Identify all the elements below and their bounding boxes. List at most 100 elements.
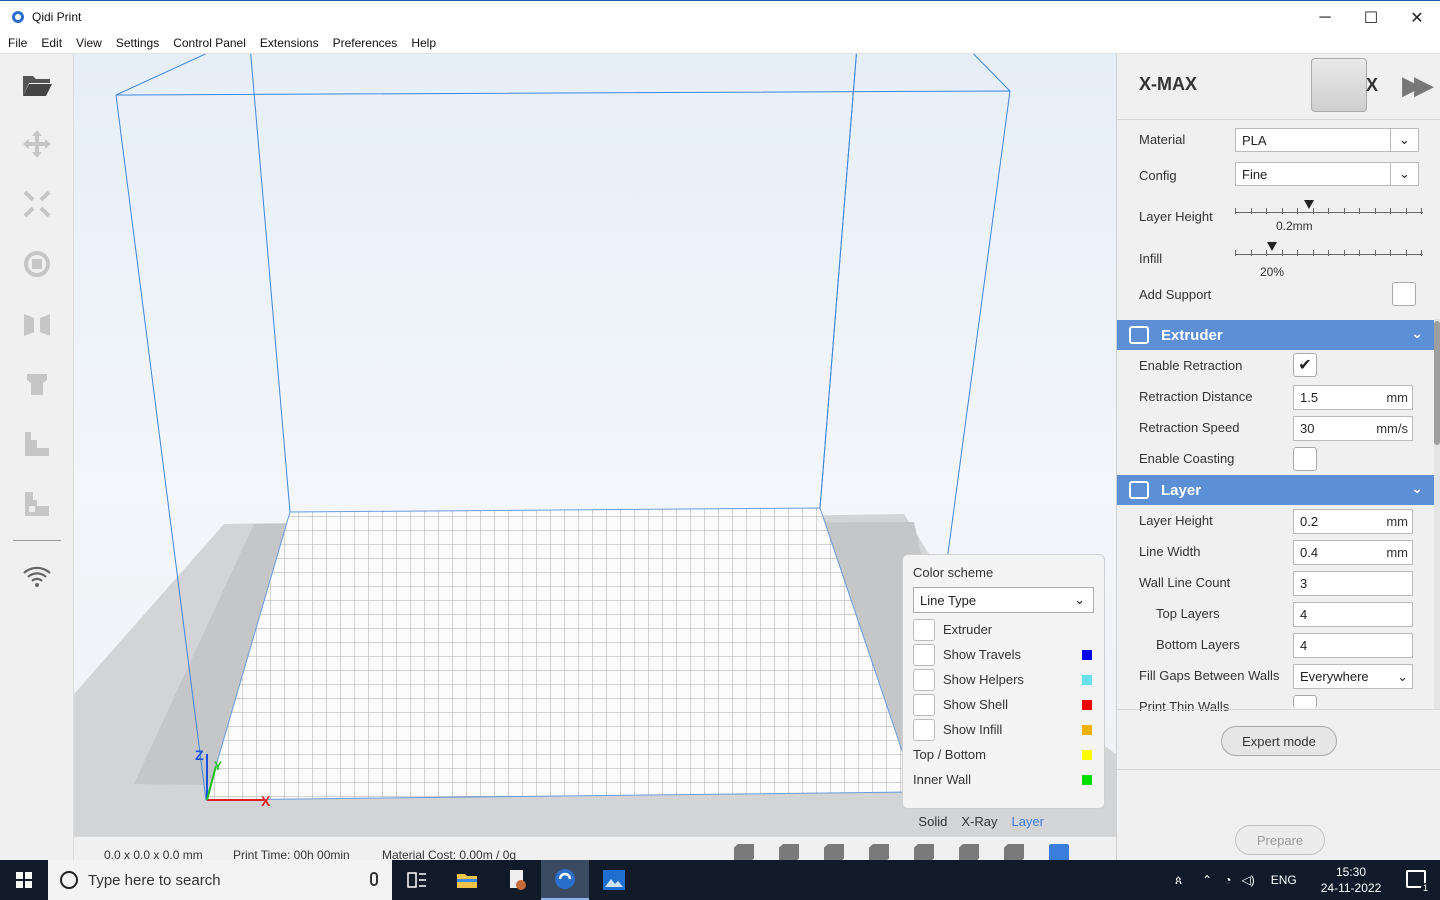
input-language[interactable]: ENG [1271, 873, 1297, 887]
retraction-distance-input[interactable]: 1.5 mm [1293, 385, 1413, 410]
material-label: Material [1139, 132, 1186, 147]
print-thin-walls-checkbox[interactable] [1293, 695, 1317, 708]
taskbar-clock[interactable]: 15:30 24-11-2022 [1318, 864, 1384, 896]
menu-edit[interactable]: Edit [34, 36, 69, 50]
system-tray: ጰ ⌃ ◔ ◁) ENG [1175, 860, 1297, 900]
add-support-label: Add Support [1139, 287, 1212, 302]
notifications-icon[interactable]: 1 [1406, 870, 1430, 893]
enable-coasting-label: Enable Coasting [1139, 451, 1235, 466]
slider-tick [1374, 208, 1376, 214]
menu-control-panel[interactable]: Control Panel [166, 36, 253, 50]
show-travels-checkbox[interactable] [913, 643, 935, 666]
task-view-button[interactable] [393, 860, 441, 900]
slider-tick [1421, 250, 1422, 256]
menu-help[interactable]: Help [404, 36, 443, 50]
bottom-layers-input[interactable]: 4 [1293, 633, 1413, 658]
enable-retraction-checkbox[interactable]: ✔ [1293, 353, 1317, 377]
extruder-icon [1129, 326, 1149, 344]
qidi-print-icon [555, 869, 575, 889]
menu-file[interactable]: File [0, 36, 34, 50]
enable-coasting-checkbox[interactable] [1293, 447, 1317, 471]
show-helpers-checkbox[interactable] [913, 668, 935, 691]
layer-height-input[interactable]: 0.2 mm [1293, 509, 1413, 534]
inner-wall-label: Inner Wall [913, 772, 972, 787]
menu-view[interactable]: View [69, 36, 109, 50]
layer-view-button[interactable] [0, 414, 74, 474]
add-support-checkbox[interactable] [1392, 282, 1416, 306]
retraction-distance-value: 1.5 [1300, 390, 1319, 405]
network-icon[interactable]: ◔ [1224, 873, 1231, 887]
infill-slider[interactable] [1235, 242, 1423, 262]
top-layers-label: Top Layers [1156, 606, 1220, 621]
extruder-section-header[interactable]: Extruder ⌄ [1117, 320, 1435, 350]
chevron-down-icon: ⌄ [1411, 325, 1423, 341]
volume-icon[interactable]: ◁) [1241, 873, 1254, 887]
line-width-input[interactable]: 0.4 mm [1293, 540, 1413, 565]
mirror-tool-button[interactable] [0, 294, 74, 354]
extruder-checkbox[interactable] [913, 618, 935, 641]
enable-retraction-label: Enable Retraction [1139, 358, 1243, 373]
taskbar-search[interactable]: Type here to search [48, 860, 392, 900]
start-button[interactable] [0, 860, 48, 900]
layer-height-slider[interactable] [1235, 200, 1423, 220]
show-shell-checkbox[interactable] [913, 693, 935, 716]
tab-solid[interactable]: Solid [918, 814, 947, 829]
qidi-print-taskbar-button[interactable] [541, 860, 589, 900]
wifi-button[interactable] [0, 547, 74, 607]
open-file-button[interactable] [0, 54, 74, 114]
layer-view-2-button[interactable] [0, 474, 74, 534]
printer-name: X-MAX [1139, 74, 1197, 94]
document-app-button[interactable] [493, 860, 541, 900]
layer-view-icon [25, 432, 49, 456]
line-width-label: Line Width [1139, 544, 1201, 559]
menu-extensions[interactable]: Extensions [253, 36, 326, 50]
tab-xray[interactable]: X-Ray [961, 814, 997, 829]
menu-preferences[interactable]: Preferences [326, 36, 405, 50]
top-bottom-label: Top / Bottom [913, 747, 986, 762]
3d-viewport[interactable]: X Z Y Color scheme Line Type ⌄ Extruder … [74, 54, 1116, 836]
wall-line-count-value: 3 [1300, 576, 1308, 591]
prepare-button[interactable]: Prepare [1235, 825, 1325, 855]
close-button[interactable]: ✕ [1394, 1, 1440, 34]
status-bar: 0.0 x 0.0 x 0.0 mm Print Time: 00h 00min… [74, 836, 1116, 862]
photos-app-button[interactable] [590, 860, 638, 900]
layer-height-field-value: 0.2 [1300, 514, 1319, 529]
move-tool-button[interactable] [0, 114, 74, 174]
printer-image-icon[interactable] [1311, 58, 1378, 112]
line-width-value: 0.4 [1300, 545, 1319, 560]
minimize-button[interactable]: ─ [1302, 1, 1348, 34]
material-select[interactable]: PLA ⌄ [1235, 128, 1419, 152]
settings-scrollbar[interactable] [1434, 319, 1440, 709]
config-value: Fine [1242, 166, 1268, 182]
menu-bar: File Edit View Settings Control Panel Ex… [0, 33, 1440, 54]
expert-mode-button[interactable]: Expert mode [1221, 726, 1337, 756]
support-tool-button[interactable] [0, 354, 74, 414]
expand-panel-icon[interactable]: ▶▶ [1402, 70, 1434, 101]
slider-tick [1235, 208, 1236, 214]
wall-line-count-input[interactable]: 3 [1293, 571, 1413, 596]
retraction-speed-unit: mm/s [1376, 421, 1408, 436]
bottom-layers-value: 4 [1300, 638, 1308, 653]
show-infill-checkbox[interactable] [913, 718, 935, 741]
color-row-inner-wall: Inner Wall [913, 767, 1094, 792]
people-icon[interactable]: ጰ [1175, 873, 1182, 888]
config-select[interactable]: Fine ⌄ [1235, 162, 1419, 186]
maximize-button[interactable]: ☐ [1348, 1, 1394, 34]
infill-thumb[interactable] [1267, 242, 1278, 251]
retraction-speed-input[interactable]: 30 mm/s [1293, 416, 1413, 441]
rotate-tool-button[interactable] [0, 234, 74, 294]
chevron-up-icon[interactable]: ⌃ [1202, 873, 1212, 887]
menu-settings[interactable]: Settings [109, 36, 166, 50]
tab-layer[interactable]: Layer [1011, 814, 1044, 829]
microphone-icon[interactable] [370, 872, 378, 886]
fill-gaps-value: Everywhere [1300, 669, 1369, 684]
settings-scrollbar-thumb[interactable] [1434, 321, 1440, 445]
left-toolbar [0, 54, 74, 860]
fill-gaps-select[interactable]: Everywhere ⌄ [1293, 664, 1413, 689]
color-scheme-select[interactable]: Line Type ⌄ [913, 587, 1094, 613]
slider-tick [1312, 250, 1314, 256]
top-layers-input[interactable]: 4 [1293, 602, 1413, 627]
scale-tool-button[interactable] [0, 174, 74, 234]
layer-section-header[interactable]: Layer ⌄ [1117, 475, 1435, 505]
file-explorer-button[interactable] [443, 860, 491, 900]
